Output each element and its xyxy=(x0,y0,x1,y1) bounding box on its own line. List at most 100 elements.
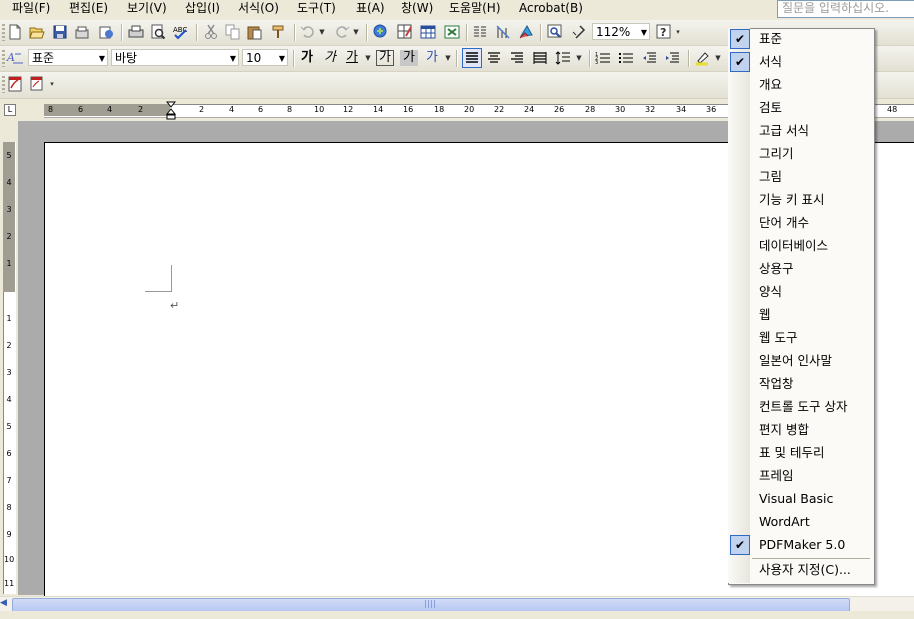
underline-dropdown-icon[interactable]: ▼ xyxy=(364,49,372,67)
menu-item-function-keys[interactable]: 기능 키 표시 xyxy=(759,190,824,210)
menu-table[interactable]: 표(A) xyxy=(356,0,385,19)
toolbar-separator xyxy=(121,24,123,41)
spelling-icon[interactable]: ABC xyxy=(172,23,190,41)
open-folder-icon[interactable] xyxy=(28,23,46,41)
char-border-button[interactable]: 가 xyxy=(376,50,394,66)
menu-item-web[interactable]: 웹 xyxy=(759,305,771,325)
styles-formatting-icon[interactable]: A xyxy=(6,49,24,67)
save-icon[interactable] xyxy=(51,23,69,41)
toolbar-grip[interactable] xyxy=(2,50,5,67)
menu-help[interactable]: 도움말(H) xyxy=(449,0,501,19)
convert-email-pdf-icon[interactable] xyxy=(28,75,46,93)
align-center-icon[interactable] xyxy=(485,49,503,67)
permission-icon[interactable] xyxy=(73,23,91,41)
justify-button[interactable] xyxy=(462,48,482,68)
menu-item-japanese-greetings[interactable]: 일본어 인사말 xyxy=(759,351,832,371)
email-icon[interactable] xyxy=(97,23,115,41)
print-icon[interactable] xyxy=(127,23,145,41)
menu-item-task-pane[interactable]: 작업창 xyxy=(759,374,794,394)
insert-excel-icon[interactable] xyxy=(443,23,461,41)
tables-borders-icon[interactable] xyxy=(396,23,414,41)
font-size-combo[interactable]: 10 ▼ xyxy=(242,49,288,66)
decrease-indent-icon[interactable] xyxy=(640,49,658,67)
undo-dropdown-icon[interactable]: ▼ xyxy=(318,23,326,41)
menu-insert[interactable]: 삽입(I) xyxy=(185,0,220,19)
menu-format[interactable]: 서식(O) xyxy=(238,0,279,19)
paste-icon[interactable] xyxy=(246,23,264,41)
menu-item-customize[interactable]: 사용자 지정(C)... xyxy=(759,560,851,580)
pdf-dropdown-icon[interactable]: ▾ xyxy=(48,75,56,93)
menu-item-formatting[interactable]: 서식 xyxy=(759,52,782,72)
menu-file[interactable]: 파일(F) xyxy=(12,0,50,19)
redo-dropdown-icon[interactable]: ▼ xyxy=(352,23,360,41)
show-hide-icon[interactable] xyxy=(546,23,564,41)
menu-item-outline[interactable]: 개요 xyxy=(759,75,782,95)
zoom-combo[interactable]: 112% ▼ xyxy=(592,23,650,40)
toolbar-grip[interactable] xyxy=(2,24,5,41)
phonetic-guide-button[interactable]: 가 xyxy=(422,49,442,67)
italic-button[interactable]: 가 xyxy=(320,49,340,67)
undo-icon[interactable] xyxy=(299,23,317,41)
menu-item-control-toolbox[interactable]: 컨트롤 도구 상자 xyxy=(759,397,847,417)
ruler-mark: 2 xyxy=(138,105,144,114)
menu-item-picture[interactable]: 그림 xyxy=(759,167,782,187)
paragraph-mark[interactable]: ↵ xyxy=(170,299,179,312)
line-spacing-icon[interactable] xyxy=(554,49,572,67)
help-question-box[interactable]: 질문을 입력하십시오. xyxy=(777,0,914,18)
menu-item-database[interactable]: 데이터베이스 xyxy=(759,236,828,256)
menu-item-web-tools[interactable]: 웹 도구 xyxy=(759,328,797,348)
drawing-icon[interactable] xyxy=(494,23,512,41)
scroll-left-arrow-icon[interactable]: ◀ xyxy=(0,598,7,608)
menu-item-review[interactable]: 검토 xyxy=(759,98,782,118)
copy-icon[interactable] xyxy=(224,23,242,41)
toolbar-options-icon[interactable]: ▾ xyxy=(674,23,682,41)
document-map-icon[interactable] xyxy=(517,23,535,41)
phonetic-dropdown-icon[interactable]: ▼ xyxy=(444,49,452,67)
menu-item-standard[interactable]: 표준 xyxy=(759,29,782,49)
menu-tools[interactable]: 도구(T) xyxy=(297,0,336,19)
align-right-icon[interactable] xyxy=(508,49,526,67)
menu-view[interactable]: 보기(V) xyxy=(127,0,167,19)
bold-button[interactable]: 가 xyxy=(297,49,317,67)
numbering-icon[interactable]: 123 xyxy=(594,49,612,67)
char-shading-button[interactable]: 가 xyxy=(400,50,418,66)
underline-button[interactable]: 가 xyxy=(342,49,362,67)
tab-selector[interactable]: L xyxy=(4,104,16,116)
indent-marker[interactable] xyxy=(165,101,177,121)
menu-edit[interactable]: 편집(E) xyxy=(69,0,108,19)
menu-item-wordart[interactable]: WordArt xyxy=(759,512,810,532)
insert-table-icon[interactable] xyxy=(419,23,437,41)
help-icon[interactable]: ? xyxy=(655,23,673,41)
menu-item-autotext[interactable]: 상용구 xyxy=(759,259,794,279)
highlight-icon[interactable] xyxy=(694,49,712,67)
menu-item-advanced-format[interactable]: 고급 서식 xyxy=(759,121,809,141)
bullets-icon[interactable] xyxy=(617,49,635,67)
menu-item-mail-merge[interactable]: 편지 병합 xyxy=(759,420,809,440)
format-painter-icon[interactable] xyxy=(270,23,288,41)
convert-to-pdf-icon[interactable] xyxy=(6,75,24,93)
hyperlink-icon[interactable] xyxy=(372,23,390,41)
menu-item-word-count[interactable]: 단어 개수 xyxy=(759,213,809,233)
style-combo[interactable]: 표준 ▼ xyxy=(28,49,108,66)
font-combo[interactable]: 바탕 ▼ xyxy=(111,49,239,66)
distributed-icon[interactable] xyxy=(531,49,549,67)
menu-item-forms[interactable]: 양식 xyxy=(759,282,782,302)
highlight-dropdown-icon[interactable]: ▼ xyxy=(714,49,722,67)
menu-acrobat[interactable]: Acrobat(B) xyxy=(519,0,583,19)
redo-icon[interactable] xyxy=(333,23,351,41)
new-document-icon[interactable] xyxy=(6,23,24,41)
menu-item-visual-basic[interactable]: Visual Basic xyxy=(759,489,833,509)
increase-indent-icon[interactable] xyxy=(663,49,681,67)
menu-item-pdfmaker[interactable]: PDFMaker 5.0 xyxy=(759,535,845,555)
columns-icon[interactable] xyxy=(471,23,489,41)
line-spacing-dropdown-icon[interactable]: ▼ xyxy=(575,49,583,67)
menu-item-frames[interactable]: 프레임 xyxy=(759,466,794,486)
ruler-mark: 4 xyxy=(107,105,113,114)
reading-layout-icon[interactable] xyxy=(570,23,588,41)
toolbar-grip[interactable] xyxy=(2,76,5,93)
menu-window[interactable]: 창(W) xyxy=(401,0,433,19)
cut-icon[interactable] xyxy=(202,23,220,41)
menu-item-tables-borders[interactable]: 표 및 테두리 xyxy=(759,443,824,463)
menu-item-drawing[interactable]: 그리기 xyxy=(759,144,794,164)
print-preview-icon[interactable] xyxy=(149,23,167,41)
